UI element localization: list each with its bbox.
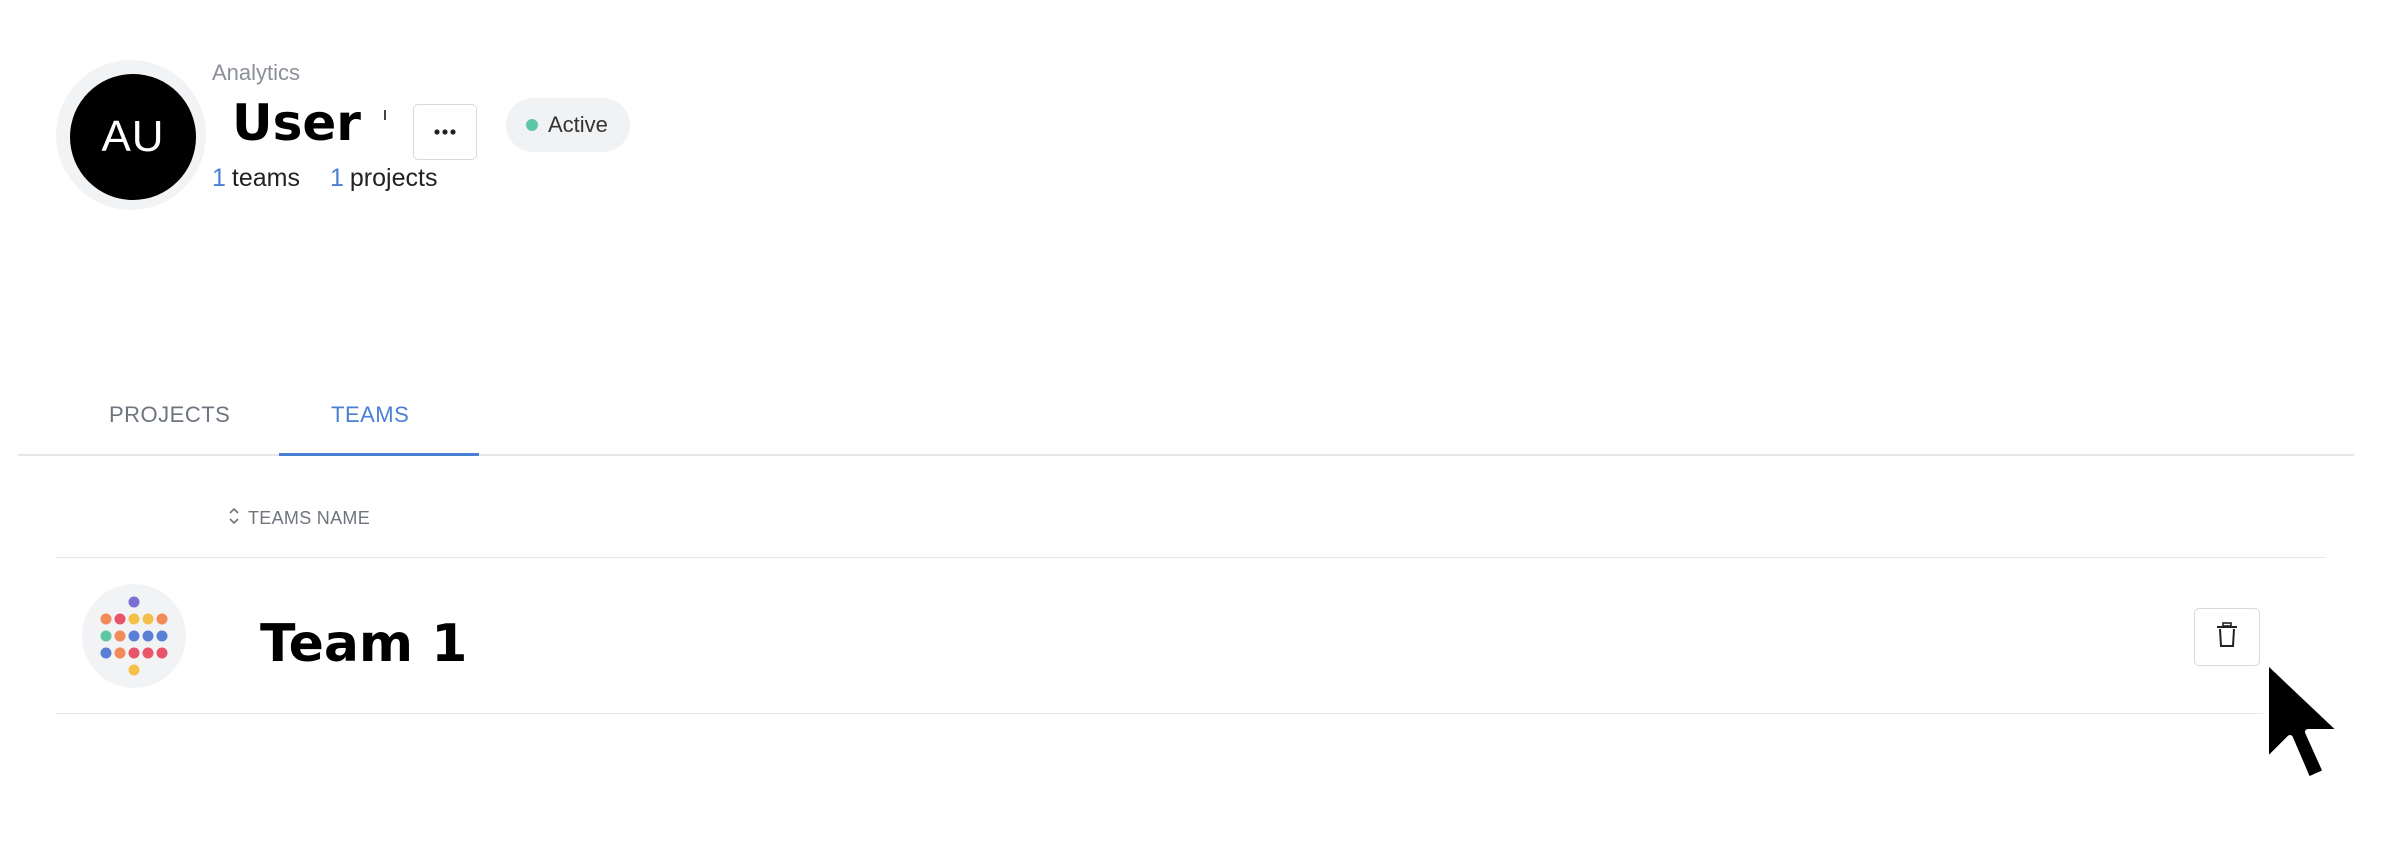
teams-count-label: teams <box>231 164 300 192</box>
more-options-button[interactable] <box>413 104 477 160</box>
table-header: TEAMS NAME <box>56 480 2326 558</box>
trash-icon <box>2216 621 2238 653</box>
tab-projects[interactable]: PROJECTS <box>109 402 230 428</box>
breadcrumb[interactable]: Analytics <box>212 60 300 86</box>
tab-teams[interactable]: TEAMS <box>331 402 409 428</box>
mouse-pointer-icon <box>2248 650 2348 790</box>
tab-bar: PROJECTS TEAMS <box>18 380 2354 456</box>
column-header-teams-name[interactable]: TEAMS NAME <box>228 506 370 531</box>
status-label: Active <box>548 112 608 137</box>
avatar: AU <box>70 74 196 200</box>
team-logo <box>82 584 186 688</box>
table-row[interactable]: Team 1 <box>56 558 2326 714</box>
column-header-label: TEAMS NAME <box>248 508 371 528</box>
avatar-initials: AU <box>101 112 165 161</box>
active-tab-indicator <box>279 453 479 456</box>
status-dot-icon <box>526 119 538 131</box>
dot-grid-logo-icon <box>100 596 168 676</box>
user-counts: 1 teams 1 projects <box>212 164 437 193</box>
sort-icon <box>228 506 240 531</box>
status-badge: Active <box>506 98 630 152</box>
text-cursor-mark <box>384 110 386 120</box>
ellipsis-icon <box>433 123 457 141</box>
page-title: User <box>232 94 361 152</box>
team-name[interactable]: Team 1 <box>260 614 467 674</box>
teams-count-number: 1 <box>212 164 226 192</box>
projects-count[interactable]: 1 projects <box>330 164 437 193</box>
teams-count[interactable]: 1 teams <box>212 164 300 193</box>
projects-count-number: 1 <box>330 164 344 192</box>
projects-count-label: projects <box>349 164 438 192</box>
